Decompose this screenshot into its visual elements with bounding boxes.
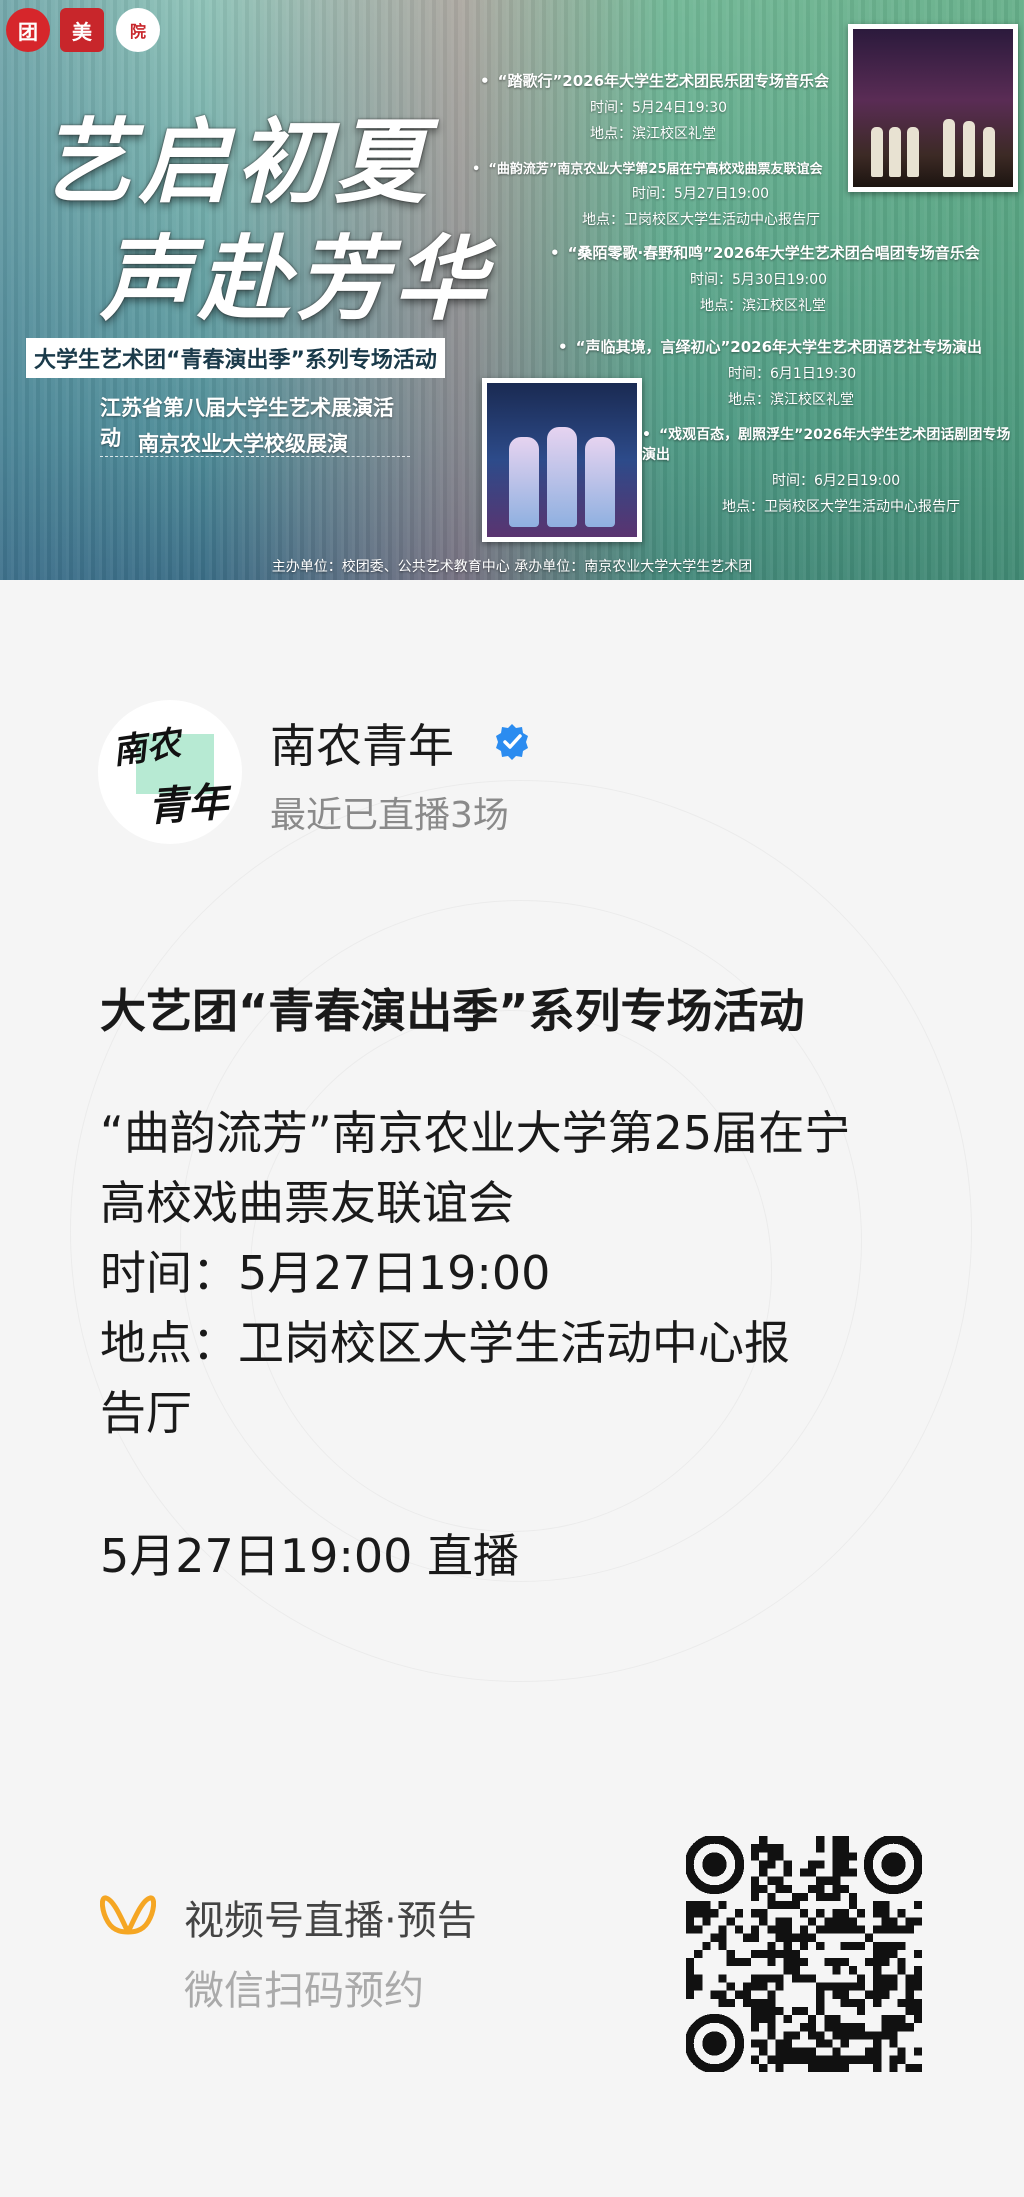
description-line: “曲韵流芳”南京农业大学第25届在宁 [100,1106,851,1160]
event-item: “戏观百态，剧照浮生”2026年大学生艺术团话剧团专场演出 时间：6月2日19:… [642,424,1024,516]
event-item: “曲韵流芳”南京农业大学第25届在宁高校戏曲票友联谊会 时间：5月27日19:0… [472,158,822,229]
description-line: 告厅 [100,1386,192,1440]
event-item: “踏歌行”2026年大学生艺术团民乐团专场音乐会 时间：5月24日19:30 地… [480,70,829,143]
post-description: “曲韵流芳”南京农业大学第25届在宁 高校戏曲票友联谊会 时间：5月27日19:… [100,1098,950,1448]
channels-butterfly-icon [100,1895,156,1935]
art-education-logo: 美 [60,8,104,52]
scan-to-reserve-hint: 微信扫码预约 [184,1968,424,2014]
concert-photo [848,24,1018,192]
verified-badge-icon [496,724,528,760]
channel-live-preview-label: 视频号直播·预告 [184,1898,477,1944]
account-avatar[interactable]: 南农 青年 [98,700,242,844]
event-item: “声临其境，言绎初心”2026年大学生艺术团语艺社专场演出 时间：6月1日19:… [558,336,982,409]
banner-title-line1: 艺启初夏 [40,108,433,216]
avatar-text-2: 青年 [146,778,230,831]
live-schedule: 5月27日19:00 直播 [100,1529,519,1583]
event-item: “桑陌零歌·春野和鸣”2026年大学生艺术团合唱团专场音乐会 时间：5月30日1… [550,242,980,315]
avatar-text-1: 南农 [110,723,183,773]
banner-subtitle: 大学生艺术团“青春演出季”系列专场活动 [26,338,445,378]
description-line: 地点：卫岗校区大学生活动中心报 [100,1316,790,1370]
post-title: 大艺团“青春演出季”系列专场活动 [100,984,805,1038]
banner-footer: 主办单位：校团委、公共艺术教育中心 承办单位：南京农业大学大学生艺术团 [271,559,753,575]
art-troupe-logo: 院 [116,8,160,52]
banner-line2: 南京农业大学校级展演 [138,432,348,456]
qr-code[interactable] [686,1836,922,2072]
youth-league-logo: 团 [6,8,50,52]
account-name[interactable]: 南农青年 [270,710,454,776]
description-line: 高校戏曲票友联谊会 [100,1176,514,1230]
banner-title-line2: 声赴芳华 [100,225,493,333]
description-line: 时间：5月27日19:00 [100,1246,551,1300]
account-live-count: 最近已直播3场 [270,795,509,836]
event-banner: 团 美 院 艺启初夏 声赴芳华 大学生艺术团“青春演出季”系列专场活动 江苏省第… [0,0,1024,580]
